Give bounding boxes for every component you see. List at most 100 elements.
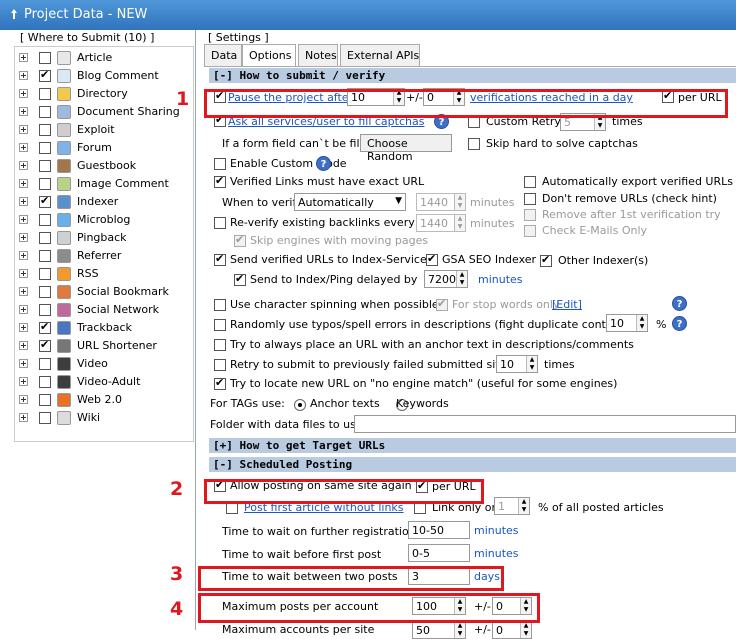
max-accounts-stepper[interactable]: 50 ▲ ▼: [412, 621, 466, 639]
reverify-minutes-stepper[interactable]: 1440 ▲ ▼: [416, 214, 466, 232]
link-only-stepper[interactable]: 1 ▲ ▼: [494, 497, 530, 515]
tree-item-checkbox[interactable]: [39, 358, 51, 370]
tree-item-indexer[interactable]: Indexer: [19, 193, 195, 211]
skip-hard-captcha-checkbox[interactable]: [468, 138, 480, 150]
tab-notes[interactable]: Notes: [298, 44, 338, 66]
wait-first-post-input[interactable]: 0-5: [408, 544, 470, 562]
skip-engines-checkbox[interactable]: [234, 233, 246, 247]
tree-item-forum[interactable]: Forum: [19, 139, 195, 157]
expand-icon[interactable]: [19, 53, 28, 62]
tree-item-pingback[interactable]: Pingback: [19, 229, 195, 247]
spin-arrows-icon[interactable]: ▲ ▼: [526, 356, 537, 372]
tree-item-checkbox[interactable]: [39, 338, 51, 352]
verified-exact-checkbox[interactable]: [214, 174, 226, 188]
tree-item-referrer[interactable]: Referrer: [19, 247, 195, 265]
tree-item-video[interactable]: Video: [19, 355, 195, 373]
verify-minutes-stepper[interactable]: 1440 ▲ ▼: [416, 193, 466, 211]
spin-arrows-icon[interactable]: ▲ ▼: [636, 315, 647, 331]
spin-arrows-icon[interactable]: ▲ ▼: [454, 215, 465, 231]
expand-icon[interactable]: [19, 251, 28, 260]
tree-item-checkbox[interactable]: [39, 394, 51, 406]
tree-item-social-bookmark[interactable]: Social Bookmark: [19, 283, 195, 301]
tree-item-blog-comment[interactable]: Blog Comment: [19, 67, 195, 85]
tab-options[interactable]: Options: [242, 44, 296, 67]
tree-item-checkbox[interactable]: [39, 232, 51, 244]
tree-item-wiki[interactable]: Wiki: [19, 409, 195, 427]
tree-item-web-2-0[interactable]: Web 2.0: [19, 391, 195, 409]
wait-registrations-input[interactable]: 10-50: [408, 521, 470, 539]
tree-item-guestbook[interactable]: Guestbook: [19, 157, 195, 175]
expand-icon[interactable]: [19, 125, 28, 134]
expand-icon[interactable]: [19, 413, 28, 422]
section-scheduled-posting[interactable]: [-] Scheduled Posting: [209, 457, 736, 472]
retry-failed-stepper[interactable]: 10 ▲ ▼: [496, 355, 538, 373]
tree-item-social-network[interactable]: Social Network: [19, 301, 195, 319]
expand-icon[interactable]: [19, 179, 28, 188]
expand-icon[interactable]: [19, 377, 28, 386]
tree-item-checkbox[interactable]: [39, 52, 51, 64]
tree-item-checkbox[interactable]: [39, 268, 51, 280]
tree-item-checkbox[interactable]: [39, 320, 51, 334]
tree-item-checkbox[interactable]: [39, 88, 51, 100]
expand-icon[interactable]: [19, 359, 28, 368]
tree-item-checkbox[interactable]: [39, 160, 51, 172]
tree-item-microblog[interactable]: Microblog: [19, 211, 195, 229]
expand-icon[interactable]: [19, 215, 28, 224]
custom-mode-checkbox[interactable]: [214, 158, 226, 170]
send-ping-checkbox[interactable]: [234, 272, 246, 286]
tree-item-trackback[interactable]: Trackback: [19, 319, 195, 337]
tree-item-checkbox[interactable]: [39, 106, 51, 118]
expand-icon[interactable]: [19, 305, 28, 314]
send-verified-checkbox[interactable]: [214, 252, 226, 266]
anchor-texts-radio[interactable]: [294, 399, 306, 411]
tree-item-directory[interactable]: Directory: [19, 85, 195, 103]
expand-icon[interactable]: [19, 233, 28, 242]
tree-item-checkbox[interactable]: [39, 412, 51, 424]
help-icon[interactable]: ?: [672, 316, 687, 331]
expand-icon[interactable]: [19, 287, 28, 296]
tree-item-checkbox[interactable]: [39, 142, 51, 154]
send-ping-stepper[interactable]: 7200 ▲ ▼: [424, 270, 468, 288]
tree-item-document-sharing[interactable]: Document Sharing: [19, 103, 195, 121]
expand-icon[interactable]: [19, 107, 28, 116]
tree-item-checkbox[interactable]: [39, 376, 51, 388]
folder-input[interactable]: [354, 415, 736, 433]
tree-item-rss[interactable]: RSS: [19, 265, 195, 283]
expand-icon[interactable]: [19, 269, 28, 278]
tree-item-checkbox[interactable]: [39, 194, 51, 208]
remove-after-checkbox[interactable]: [524, 209, 536, 221]
expand-icon[interactable]: [19, 341, 28, 350]
tree-item-checkbox[interactable]: [39, 286, 51, 298]
edit-stop-words-link[interactable]: [Edit]: [552, 298, 582, 311]
tab-data[interactable]: Data: [204, 44, 242, 66]
help-icon[interactable]: ?: [316, 156, 331, 171]
tree-item-video-adult[interactable]: Video-Adult: [19, 373, 195, 391]
section-how-to-submit[interactable]: [-] How to submit / verify: [209, 68, 736, 83]
locate-new-checkbox[interactable]: [214, 376, 226, 390]
tree-item-checkbox[interactable]: [39, 178, 51, 190]
retry-failed-checkbox[interactable]: [214, 359, 226, 371]
max-accounts-variation-stepper[interactable]: 0 ▲ ▼: [492, 621, 532, 639]
gsa-seo-indexer-checkbox[interactable]: [426, 252, 438, 266]
check-email-checkbox[interactable]: [524, 225, 536, 237]
spin-arrows-icon[interactable]: ▲ ▼: [456, 271, 467, 287]
spin-arrows-icon[interactable]: ▲ ▼: [520, 622, 531, 638]
expand-icon[interactable]: [19, 89, 28, 98]
expand-icon[interactable]: [19, 143, 28, 152]
expand-icon[interactable]: [19, 197, 28, 206]
choose-random-button[interactable]: Choose Random: [360, 134, 452, 163]
random-typos-checkbox[interactable]: [214, 319, 226, 331]
anchor-place-checkbox[interactable]: [214, 339, 226, 351]
spin-arrows-icon[interactable]: ▲ ▼: [454, 622, 465, 638]
tree-item-checkbox[interactable]: [39, 124, 51, 136]
auto-export-checkbox[interactable]: [524, 176, 536, 188]
char-spin-checkbox[interactable]: [214, 299, 226, 311]
tab-external-apis[interactable]: External APIs: [340, 44, 420, 66]
dont-remove-checkbox[interactable]: [524, 193, 536, 205]
tree-item-checkbox[interactable]: [39, 214, 51, 226]
tree-item-article[interactable]: Article: [19, 49, 195, 67]
tree-item-checkbox[interactable]: [39, 250, 51, 262]
expand-icon[interactable]: [19, 323, 28, 332]
expand-icon[interactable]: [19, 161, 28, 170]
typos-percent-stepper[interactable]: 10 ▲ ▼: [606, 314, 648, 332]
